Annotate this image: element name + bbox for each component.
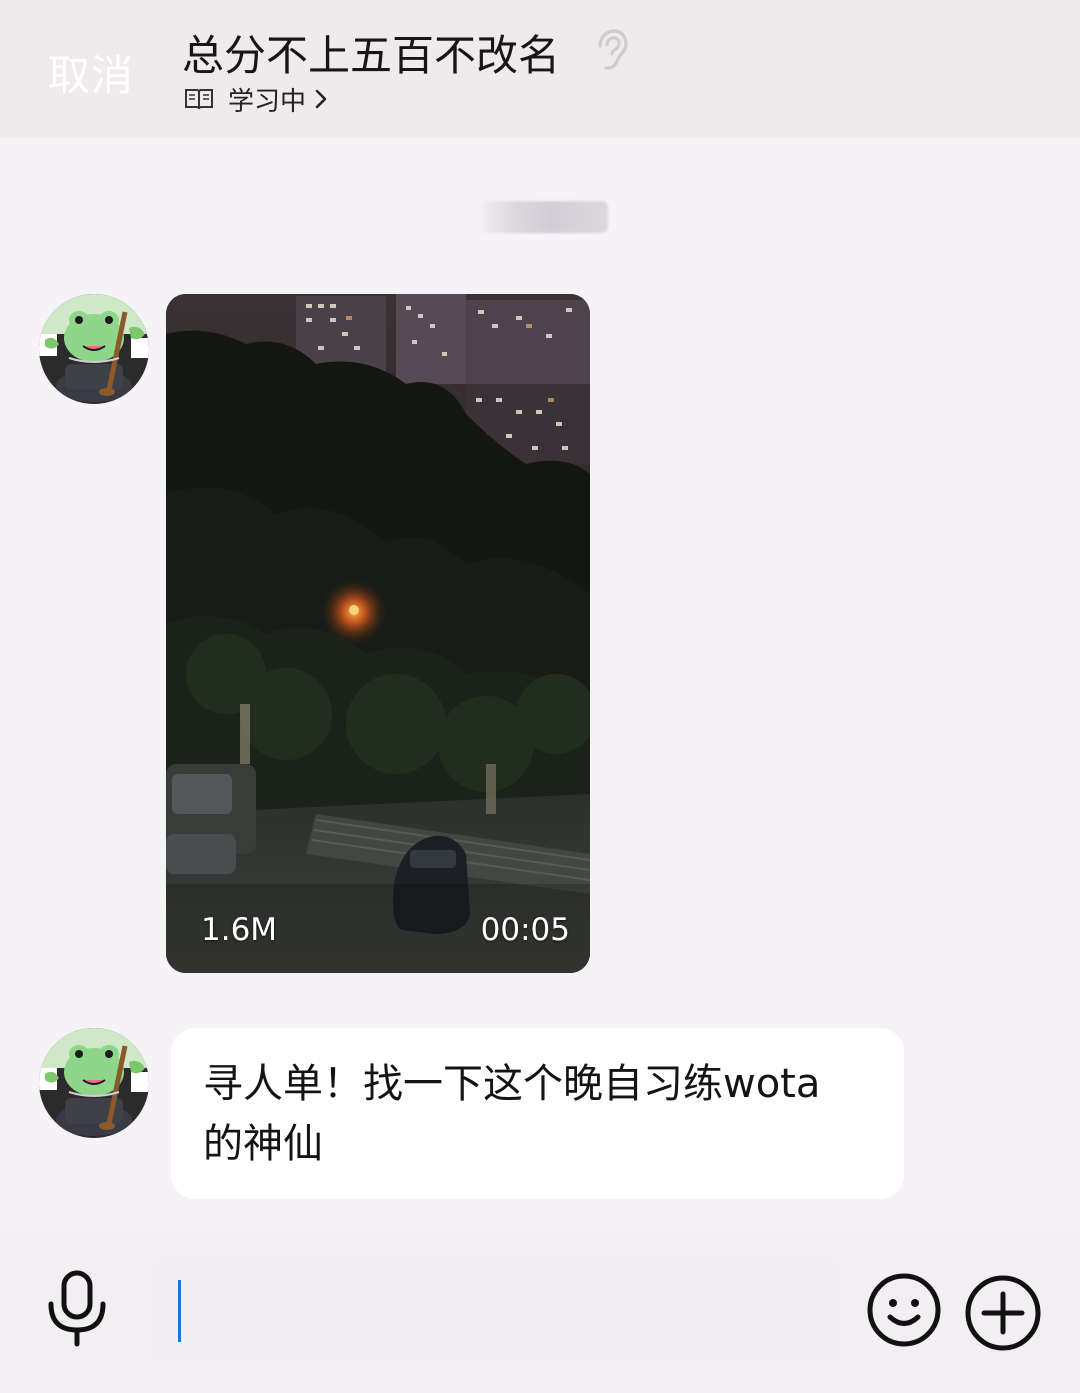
video-file-size: 1.6M — [201, 912, 278, 948]
status-link[interactable]: 学习中 — [184, 82, 328, 117]
video-message[interactable]: 1.6M 00:05 — [166, 294, 590, 973]
smiley-icon[interactable] — [866, 1272, 942, 1348]
book-icon — [185, 89, 213, 110]
text-message-bubble[interactable]: 寻人单！找一下这个晚自习练wota的神仙 — [171, 1028, 904, 1199]
blurred-timestamp — [480, 201, 608, 233]
chat-header: 取消 总分不上五百不改名 学习中 — [0, 0, 1080, 138]
chat-title[interactable]: 总分不上五百不改名 — [182, 22, 560, 83]
cancel-button[interactable]: 取消 — [48, 42, 134, 103]
chevron-right-icon — [315, 89, 327, 109]
microphone-icon[interactable] — [44, 1270, 110, 1348]
plus-icon[interactable] — [964, 1274, 1042, 1352]
avatar[interactable] — [39, 294, 149, 404]
video-duration: 00:05 — [480, 912, 570, 948]
avatar[interactable] — [39, 1028, 149, 1138]
status-text: 学习中 — [228, 86, 307, 117]
ear-icon[interactable] — [592, 28, 628, 72]
text-caret — [178, 1280, 181, 1342]
message-input[interactable] — [150, 1258, 840, 1364]
message-text: 寻人单！找一下这个晚自习练wota的神仙 — [203, 1061, 821, 1167]
